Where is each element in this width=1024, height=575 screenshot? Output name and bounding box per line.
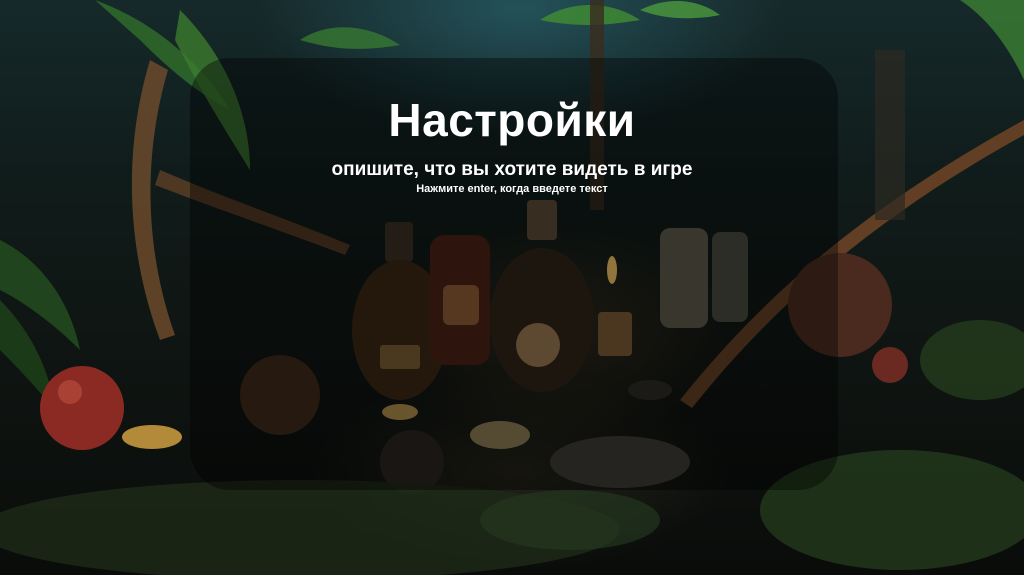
prompt-label: опишите, что вы хотите видеть в игре [331,159,693,180]
game-description-input[interactable] [330,200,698,224]
settings-title: Настройки [388,94,636,146]
enter-hint: Нажмите enter, когда введете текст [416,183,608,195]
game-screen: Настройки опишите, что вы хотите видеть … [0,0,1024,575]
